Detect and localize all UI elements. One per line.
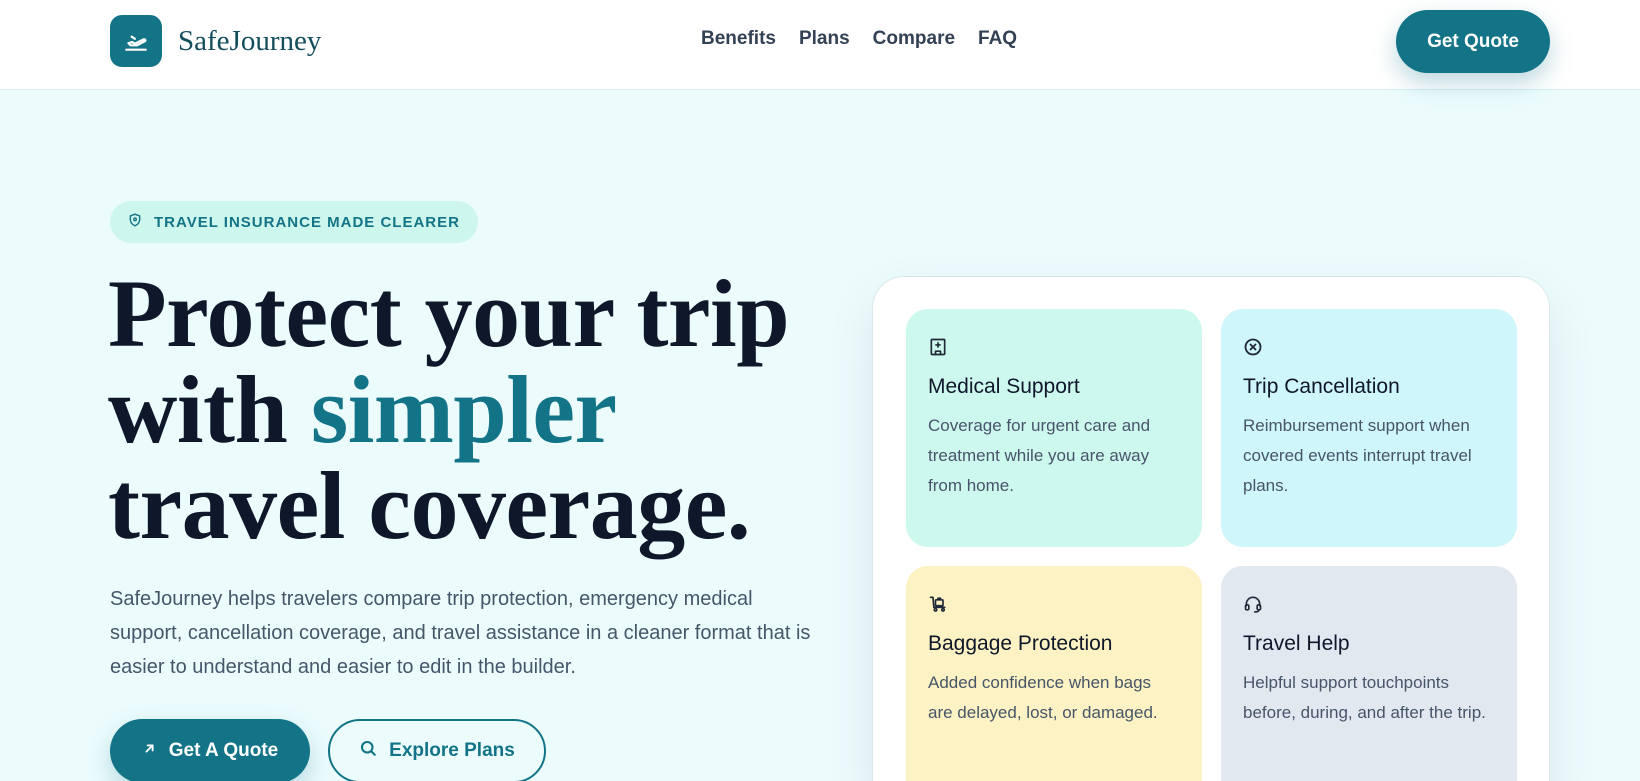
card-title: Baggage Protection <box>928 632 1113 655</box>
hero-description: SafeJourney helps travelers compare trip… <box>110 588 811 678</box>
card-text: Helpful support touchpoints before, duri… <box>1243 673 1486 722</box>
headline-line-3: travel coverage. <box>108 452 751 559</box>
brand-name: SafeJourney <box>178 24 322 57</box>
arrow-up-right-icon <box>142 740 157 762</box>
card-baggage-protection: Baggage Protection Added confidence when… <box>906 566 1202 781</box>
headline-accent: simpler <box>310 356 617 463</box>
main-nav: Benefits Plans Compare FAQ <box>701 28 1017 50</box>
search-icon <box>359 739 377 763</box>
hero-badge: TRAVEL INSURANCE MADE CLEARER <box>110 201 478 243</box>
cancel-circle-icon <box>1243 337 1267 361</box>
get-quote-button[interactable]: Get Quote <box>1396 10 1550 73</box>
card-title: Travel Help <box>1243 632 1350 655</box>
card-text: Coverage for urgent care and treatment w… <box>928 416 1151 495</box>
nav-link-benefits[interactable]: Benefits <box>701 28 776 50</box>
plane-takeoff-icon <box>110 15 162 67</box>
headline-with: with <box>108 356 311 463</box>
hero-headline: Protect your trip with simpler travel co… <box>108 266 828 554</box>
card-text: Added confidence when bags are delayed, … <box>928 673 1158 722</box>
luggage-cart-icon <box>928 594 952 618</box>
explore-plans-label: Explore Plans <box>389 740 515 761</box>
hospital-icon <box>928 337 952 361</box>
headset-icon <box>1243 594 1267 618</box>
badge-label: TRAVEL INSURANCE MADE CLEARER <box>154 213 460 231</box>
nav-link-faq[interactable]: FAQ <box>978 28 1017 50</box>
headline-line-1: Protect your trip <box>108 260 790 367</box>
card-travel-help: Travel Help Helpful support touchpoints … <box>1221 566 1517 781</box>
card-trip-cancellation: Trip Cancellation Reimbursement support … <box>1221 309 1517 547</box>
explore-plans-button[interactable]: Explore Plans <box>328 719 546 781</box>
card-medical-support: Medical Support Coverage for urgent care… <box>906 309 1202 547</box>
card-title: Medical Support <box>928 375 1080 398</box>
site-header: SafeJourney Benefits Plans Compare FAQ G… <box>0 0 1640 90</box>
nav-link-compare[interactable]: Compare <box>873 28 955 50</box>
shield-icon <box>128 212 142 232</box>
get-a-quote-button[interactable]: Get A Quote <box>110 719 310 781</box>
card-text: Reimbursement support when covered event… <box>1243 416 1472 495</box>
get-a-quote-label: Get A Quote <box>168 740 279 761</box>
card-title: Trip Cancellation <box>1243 375 1400 398</box>
nav-link-plans[interactable]: Plans <box>799 28 850 50</box>
brand-logo[interactable]: SafeJourney <box>110 15 321 67</box>
